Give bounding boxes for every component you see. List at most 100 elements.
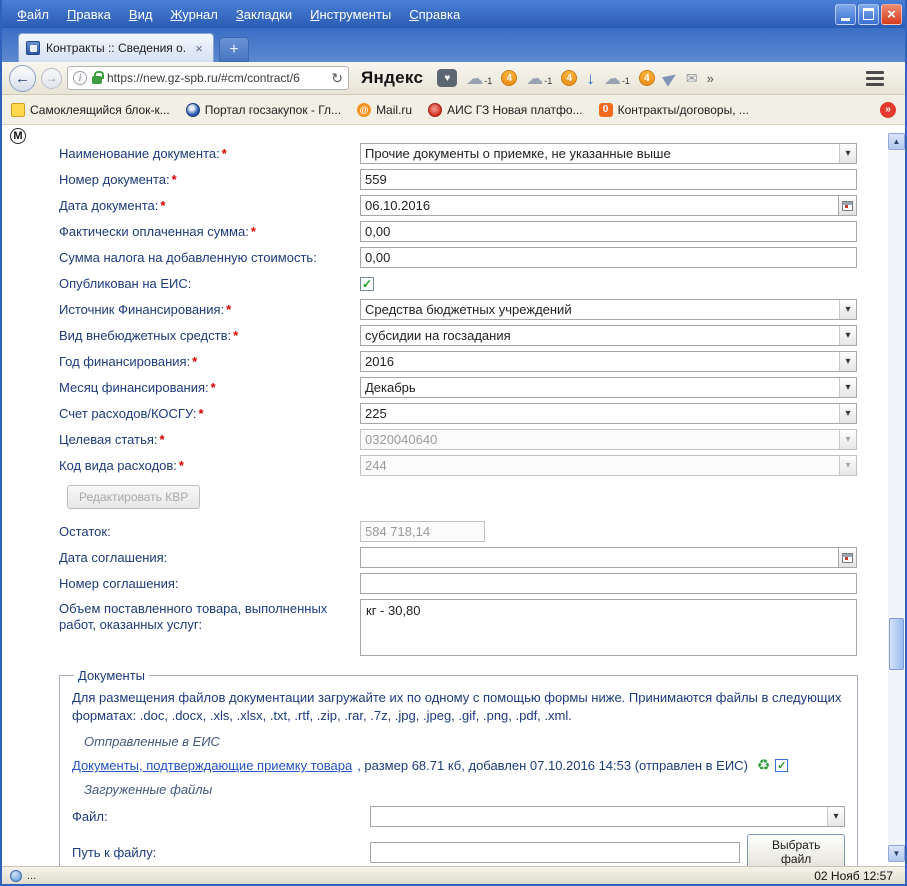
file-path-input[interactable]: [370, 841, 741, 863]
field-label: Номер соглашения:: [59, 576, 179, 592]
select-value: Декабрь: [365, 380, 416, 395]
documents-legend: Документы: [78, 668, 146, 683]
choose-file-button[interactable]: Выбрать файл: [747, 834, 845, 866]
scrollbar-track[interactable]: [888, 150, 905, 845]
select-value: [371, 807, 827, 826]
cloud-extension-1[interactable]: -1: [466, 70, 492, 87]
m-circle-icon[interactable]: М: [10, 128, 26, 144]
tab-close-icon[interactable]: [192, 42, 206, 55]
document-number-input[interactable]: [360, 169, 857, 190]
tab-contracts[interactable]: Контракты :: Сведения о...: [18, 33, 214, 62]
vertical-scrollbar[interactable]: ▲ ▼: [888, 133, 905, 862]
form-row: Номер соглашения:: [59, 573, 888, 594]
acceptance-documents-link[interactable]: Документы, подтверждающие приемку товара: [72, 758, 352, 773]
funding-month-select[interactable]: Декабрь: [360, 377, 857, 398]
bookmark-sticky-notes[interactable]: Самоклеящийся блок-к...: [11, 102, 170, 117]
agreement-date-input[interactable]: [360, 547, 839, 568]
documents-intro-text: Для размещения файлов документации загру…: [72, 690, 842, 723]
menu-hamburger-icon[interactable]: [862, 67, 888, 90]
menu-bookmarks[interactable]: Закладки: [227, 2, 301, 27]
cloud-extension-3[interactable]: -1: [604, 70, 630, 87]
form-row: Год финансирования: * 2016: [59, 351, 888, 372]
required-asterisk: *: [233, 328, 239, 344]
calendar-button[interactable]: [839, 547, 857, 568]
scroll-down-icon[interactable]: ▼: [888, 845, 905, 862]
chevron-down-icon: [839, 144, 856, 163]
bookmark-goszakupki-portal[interactable]: Портал госзакупок - Гл...: [185, 102, 342, 117]
new-tab-button[interactable]: [219, 37, 249, 62]
volume-textarea[interactable]: кг - 30,80: [360, 599, 857, 656]
form-row: Файл:: [72, 806, 845, 828]
paid-amount-input[interactable]: [360, 221, 857, 242]
clock-text: 02 Нояб 12:57: [814, 868, 893, 883]
select-value: 244: [365, 458, 387, 473]
bookmark-label: Контракты/договоры, ...: [617, 102, 749, 117]
bookmark-label: Портал госзакупок - Гл...: [204, 102, 342, 117]
scroll-up-icon[interactable]: ▲: [888, 133, 905, 150]
restore-button[interactable]: [858, 3, 879, 25]
menu-edit[interactable]: Правка: [58, 2, 120, 27]
funding-year-select[interactable]: 2016: [360, 351, 857, 372]
mail-icon[interactable]: [686, 71, 698, 85]
form-row: Код вида расходов: * 244: [59, 455, 888, 476]
menu-help[interactable]: Справка: [400, 2, 469, 27]
bookmark-contracts[interactable]: Контракты/договоры, ...: [598, 102, 749, 117]
url-text[interactable]: https://new.gz-spb.ru/#cm/contract/6: [107, 71, 326, 85]
toolbar-overflow-icon[interactable]: [707, 71, 714, 86]
menu-file[interactable]: Файл: [8, 2, 58, 27]
scrollbar-thumb[interactable]: [889, 618, 904, 670]
vat-amount-input[interactable]: [360, 247, 857, 268]
file-select[interactable]: [370, 806, 845, 828]
close-button[interactable]: [881, 3, 902, 25]
menu-view[interactable]: Вид: [120, 2, 162, 27]
file-sent-checkbox[interactable]: [775, 759, 789, 773]
form-row: Объем поставленного товара, выполненных …: [59, 599, 888, 656]
menu-tools[interactable]: Инструменты: [301, 2, 400, 27]
minimize-button[interactable]: [835, 3, 856, 25]
https-lock-icon[interactable]: [92, 71, 104, 84]
page-info-icon[interactable]: [73, 71, 87, 85]
field-label: Файл:: [72, 809, 108, 825]
sent-file-row: Документы, подтверждающие приемку товара…: [72, 758, 845, 773]
field-label: Опубликован на ЕИС:: [59, 276, 192, 292]
globe-status-icon: [10, 869, 22, 882]
field-label: Объем поставленного товара, выполненных …: [59, 601, 328, 633]
bookmark-mailru[interactable]: Mail.ru: [357, 102, 413, 117]
extension-icons: -1 4 -1 4 -1 4: [437, 69, 714, 87]
bookmark-ais-gz[interactable]: АИС ГЗ Новая платфо...: [428, 102, 583, 117]
extrabudget-type-select[interactable]: субсидии на госзадания: [360, 325, 857, 346]
menu-history[interactable]: Журнал: [161, 2, 226, 27]
send-plane-icon[interactable]: [661, 69, 679, 87]
required-asterisk: *: [178, 458, 184, 474]
required-asterisk: *: [221, 146, 227, 162]
sticky-note-icon: [11, 102, 25, 117]
funding-source-select[interactable]: Средства бюджетных учреждений: [360, 299, 857, 320]
orange-count-badge[interactable]: 4: [561, 70, 578, 86]
bookmarks-overflow-icon[interactable]: [880, 101, 896, 118]
document-date-input[interactable]: [360, 195, 839, 216]
cloud-badge: -1: [544, 75, 553, 86]
cloud-extension-2[interactable]: -1: [526, 70, 552, 87]
kosgu-select[interactable]: 225: [360, 403, 857, 424]
back-button[interactable]: [9, 64, 36, 92]
required-asterisk: *: [210, 380, 216, 396]
form-row: Фактически оплаченная сумма: *: [59, 221, 888, 242]
agreement-number-input[interactable]: [360, 573, 857, 594]
url-bar[interactable]: https://new.gz-spb.ru/#cm/contract/6: [67, 66, 349, 90]
field-label: Дата документа: *: [59, 198, 166, 214]
pocket-heart-icon[interactable]: [437, 69, 458, 87]
published-eis-checkbox[interactable]: [360, 276, 374, 291]
forward-button[interactable]: [41, 67, 62, 89]
orange-count-badge[interactable]: 4: [501, 70, 518, 86]
delete-recycle-icon[interactable]: [757, 758, 770, 773]
orange-count-badge[interactable]: 4: [638, 70, 655, 86]
required-asterisk: *: [192, 354, 198, 370]
reload-icon[interactable]: [331, 71, 343, 85]
download-arrow-icon[interactable]: [586, 70, 595, 87]
document-name-select[interactable]: Прочие документы о приемке, не указанные…: [360, 143, 857, 164]
form-row: Опубликован на ЕИС:: [59, 273, 888, 294]
bookmark-label: Mail.ru: [376, 102, 413, 117]
target-article-select: 0320040640: [360, 429, 857, 450]
yandex-logo[interactable]: Яндекс: [361, 68, 423, 88]
calendar-button[interactable]: [839, 195, 857, 216]
